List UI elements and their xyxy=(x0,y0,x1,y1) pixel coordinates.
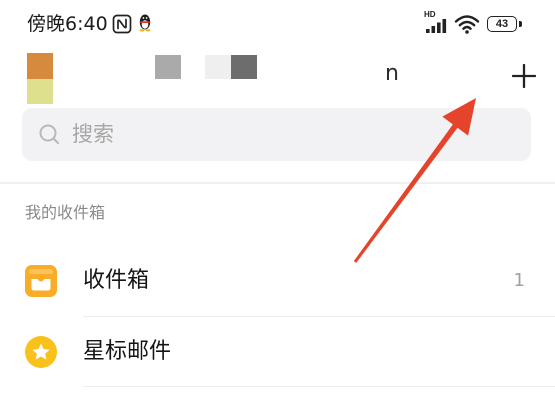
wifi-icon xyxy=(454,14,480,34)
masked-name-block xyxy=(155,55,181,79)
masked-name-block xyxy=(205,55,231,79)
folder-label: 星标邮件 xyxy=(83,339,172,364)
divider xyxy=(83,386,555,387)
battery-terminal xyxy=(519,21,522,27)
account-avatar[interactable] xyxy=(27,53,53,104)
status-bar: 傍晚6:40 HD 43 xyxy=(0,0,555,46)
section-title: 我的收件箱 xyxy=(25,203,106,222)
search-placeholder: 搜索 xyxy=(72,122,114,146)
signal-icon xyxy=(424,18,448,33)
masked-avatar-block xyxy=(27,79,53,104)
folder-list: 收件箱 1 星标邮件 xyxy=(0,248,555,388)
folder-item-inbox[interactable]: 收件箱 1 xyxy=(0,248,555,314)
battery-level: 43 xyxy=(487,16,517,32)
star-icon xyxy=(25,336,57,368)
divider xyxy=(83,316,555,317)
account-name[interactable]: n xyxy=(150,54,410,94)
inbox-icon xyxy=(25,265,57,297)
masked-name-block xyxy=(231,55,257,79)
search-bar[interactable]: 搜索 xyxy=(22,108,531,161)
mailbox-header: n xyxy=(0,46,555,104)
battery-icon: 43 xyxy=(487,16,522,33)
unread-count: 1 xyxy=(513,270,525,291)
masked-avatar-block xyxy=(27,53,53,79)
folder-item-starred[interactable]: 星标邮件 xyxy=(0,318,555,386)
account-name-text: n xyxy=(385,61,399,86)
add-button[interactable] xyxy=(509,61,539,91)
status-time: 傍晚6:40 xyxy=(27,13,108,35)
nfc-icon xyxy=(112,14,132,34)
qq-icon xyxy=(137,13,153,33)
search-icon xyxy=(37,122,62,147)
folder-label: 收件箱 xyxy=(83,268,150,293)
divider xyxy=(0,182,555,184)
